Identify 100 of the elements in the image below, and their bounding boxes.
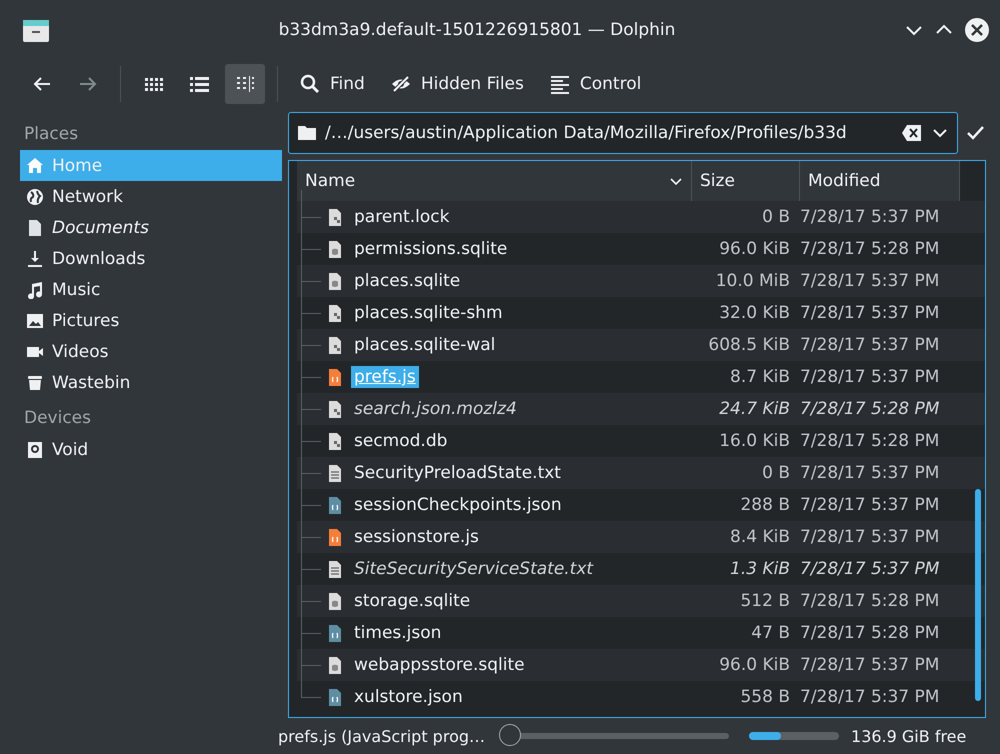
control-button[interactable]: Control	[540, 64, 652, 104]
list-icon	[189, 74, 209, 94]
file-name[interactable]: webappsstore.sqlite	[351, 654, 528, 676]
home-icon	[26, 156, 44, 174]
modified-date: 7/28/17 5:28 PM	[800, 431, 940, 451]
modified-date: 7/28/17 5:28 PM	[800, 399, 940, 419]
file-name[interactable]: xulstore.json	[351, 686, 466, 708]
column-header[interactable]: Modified	[800, 161, 960, 201]
file-size: 8.7 KiB	[729, 367, 791, 387]
column-header[interactable]: Size	[692, 161, 800, 201]
modified-date: 7/28/17 5:37 PM	[800, 207, 940, 227]
modified-date: 7/28/17 5:37 PM	[800, 655, 940, 675]
file-name[interactable]: SiteSecurityServiceState.txt	[351, 558, 596, 580]
window-title: b33dm3a9.default-1501226915801 — Dolphin	[278, 20, 676, 40]
file-name[interactable]: places.sqlite-wal	[351, 334, 498, 356]
section-heading: Devices	[23, 407, 92, 430]
place-item[interactable]: Videos	[20, 336, 282, 367]
clear-icon[interactable]	[901, 123, 923, 143]
file-name[interactable]: storage.sqlite	[351, 590, 474, 612]
place-item[interactable]: Wastebin	[20, 367, 282, 398]
text-file-icon	[327, 560, 343, 578]
file-name[interactable]: parent.lock	[351, 206, 452, 228]
file-name[interactable]: places.sqlite	[351, 270, 464, 292]
modified-date: 7/28/17 5:28 PM	[800, 591, 940, 611]
music-note-icon	[26, 280, 44, 298]
file-name[interactable]: secmod.db	[351, 430, 450, 452]
script-file-icon	[327, 528, 343, 546]
file-size: 512 B	[739, 591, 791, 611]
scrollbar-handle[interactable]	[975, 489, 981, 701]
script-file-icon	[327, 368, 343, 386]
modified-date: 7/28/17 5:37 PM	[800, 271, 940, 291]
file-size: 24.7 KiB	[718, 399, 791, 419]
modified-date: 7/28/17 5:28 PM	[800, 239, 940, 259]
folder-icon	[297, 123, 317, 143]
modified-date: 7/28/17 5:37 PM	[800, 463, 940, 483]
file-size: 0 B	[761, 207, 791, 227]
free-space-label: 136.9 GiB free	[851, 726, 966, 746]
modified-date: 7/28/17 5:37 PM	[800, 495, 940, 515]
modified-date: 7/28/17 5:37 PM	[800, 527, 940, 547]
place-item[interactable]: Documents	[20, 212, 282, 243]
place-item[interactable]: Music	[20, 274, 282, 305]
section-heading: Places	[23, 123, 80, 146]
file-icon	[327, 400, 343, 418]
file-name[interactable]: sessionCheckpoints.json	[351, 494, 565, 516]
file-name[interactable]: sessionstore.js	[351, 526, 482, 548]
globe-icon	[26, 188, 44, 206]
modified-date: 7/28/17 5:37 PM	[800, 367, 940, 387]
file-icon	[327, 208, 343, 226]
database-file-icon	[327, 272, 343, 290]
file-size: 96.0 KiB	[718, 239, 791, 259]
modified-date: 7/28/17 5:37 PM	[800, 687, 940, 707]
location-field[interactable]: /…/users/austin/Application Data/Mozilla/Firefox/Profiles/b33d	[288, 112, 958, 154]
json-file-icon	[327, 624, 343, 642]
find-button[interactable]: Find	[290, 64, 375, 104]
document-icon	[26, 218, 44, 236]
file-name[interactable]: search.json.mozlz4	[351, 398, 520, 420]
database-file-icon	[327, 592, 343, 610]
wastebin-icon	[26, 374, 44, 392]
file-size: 0 B	[761, 463, 791, 483]
database-file-icon	[327, 656, 343, 674]
columns-icon	[235, 74, 255, 94]
file-size: 8.4 KiB	[729, 527, 791, 547]
file-name[interactable]: SecurityPreloadState.txt	[351, 462, 564, 484]
file-name[interactable]: times.json	[351, 622, 444, 644]
modified-date: 7/28/17 5:28 PM	[800, 623, 940, 643]
place-item[interactable]: Downloads	[20, 243, 282, 274]
view-mode-button[interactable]	[225, 64, 265, 104]
modified-date: 7/28/17 5:37 PM	[800, 335, 940, 355]
download-icon	[26, 250, 44, 268]
file-size: 96.0 KiB	[718, 655, 791, 675]
text-file-icon	[327, 464, 343, 482]
place-item[interactable]: Void	[20, 434, 282, 465]
zoom-slider[interactable]	[499, 724, 730, 748]
file-icon	[327, 336, 343, 354]
place-item[interactable]: Network	[20, 181, 282, 212]
column-header[interactable]: Name	[297, 161, 692, 201]
menu-lines-icon	[550, 74, 570, 94]
file-icon	[327, 432, 343, 450]
file-size: 47 B	[750, 623, 791, 643]
modified-date: 7/28/17 5:37 PM	[800, 303, 940, 323]
json-file-icon	[327, 688, 343, 706]
crossed-eye-icon	[390, 74, 411, 94]
drive-icon	[26, 440, 44, 458]
file-name[interactable]: places.sqlite-shm	[351, 302, 506, 324]
place-item[interactable]: Pictures	[20, 305, 282, 336]
file-size: 10.0 MiB	[714, 271, 791, 291]
json-file-icon	[327, 496, 343, 514]
slider-handle[interactable]	[499, 724, 522, 746]
status-text: prefs.js (JavaScript prog…	[278, 726, 486, 746]
modified-date: 7/28/17 5:37 PM	[800, 559, 940, 579]
picture-icon	[26, 312, 44, 330]
database-file-icon	[327, 240, 343, 258]
file-name[interactable]: permissions.sqlite	[351, 238, 510, 260]
file-size: 558 B	[739, 687, 791, 707]
file-size: 288 B	[739, 495, 791, 515]
hidden-files-button[interactable]: Hidden Files	[380, 64, 534, 104]
close-icon[interactable]	[964, 17, 990, 43]
file-size: 608.5 KiB	[707, 335, 791, 355]
file-size: 16.0 KiB	[718, 431, 791, 451]
file-icon	[327, 304, 343, 322]
